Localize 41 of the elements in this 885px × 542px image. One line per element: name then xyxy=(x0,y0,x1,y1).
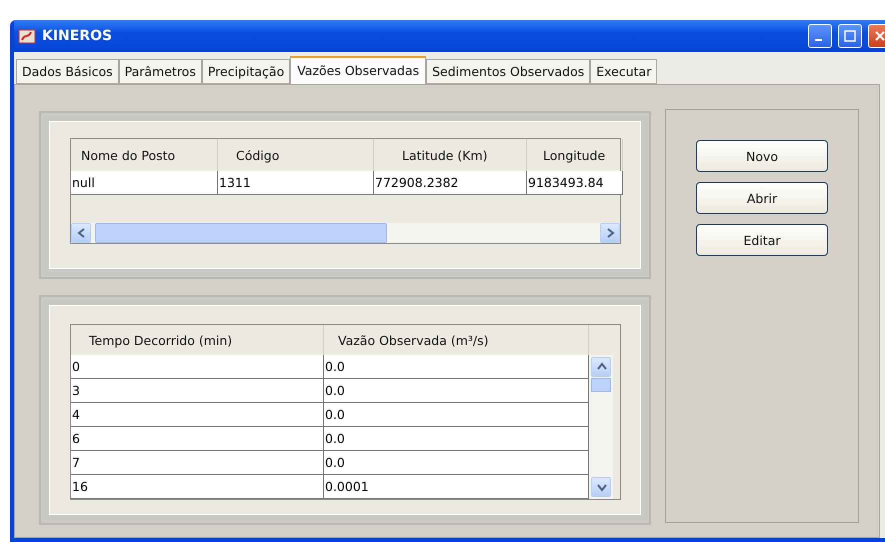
action-button[interactable]: Abrir xyxy=(696,182,828,214)
close-button[interactable] xyxy=(868,24,885,48)
table-cell: 772908.2382 xyxy=(374,171,527,195)
scroll-down-button[interactable] xyxy=(591,477,611,497)
scrollbar-thumb[interactable] xyxy=(591,378,611,392)
scroll-left-button[interactable] xyxy=(71,223,91,243)
tab[interactable]: Precipitação xyxy=(202,59,290,84)
vertical-scrollbar[interactable] xyxy=(589,355,613,499)
tab[interactable]: Vazões Observadas xyxy=(290,56,426,84)
action-button[interactable]: Editar xyxy=(696,224,828,256)
table-cell: null xyxy=(71,171,218,195)
action-button[interactable]: Novo xyxy=(696,140,828,172)
table-cell: 1311 xyxy=(218,171,374,195)
minimize-button[interactable] xyxy=(808,24,832,48)
scroll-up-button[interactable] xyxy=(591,357,611,377)
table-cell: 0.0 xyxy=(324,379,589,403)
table-cell: 0.0001 xyxy=(324,475,589,499)
table-cell: 0.0 xyxy=(324,451,589,475)
maximize-icon xyxy=(844,30,856,42)
table-cell: 0 xyxy=(71,355,324,379)
table-cell: 0.0 xyxy=(324,355,589,379)
scrollbar-thumb[interactable] xyxy=(95,223,387,243)
tab[interactable]: Executar xyxy=(590,59,658,84)
scroll-right-button[interactable] xyxy=(600,223,620,243)
close-icon xyxy=(874,30,885,42)
maximize-button[interactable] xyxy=(838,24,862,48)
table-cell: 0.0 xyxy=(324,427,589,451)
horizontal-scrollbar[interactable] xyxy=(71,223,620,243)
table-cell: 4 xyxy=(71,403,324,427)
tab[interactable]: Sedimentos Observados xyxy=(426,59,590,84)
table-cell: 6 xyxy=(71,427,324,451)
tab[interactable]: Parâmetros xyxy=(118,59,202,84)
app-icon xyxy=(18,27,36,45)
table-cell: 9183493.84 xyxy=(527,171,623,195)
minimize-icon xyxy=(815,39,822,41)
table-cell: 3 xyxy=(71,379,324,403)
table-cell: 0.0 xyxy=(324,403,589,427)
table-cell: 16 xyxy=(71,475,324,499)
table-cell: 7 xyxy=(71,451,324,475)
tab[interactable]: Dados Básicos xyxy=(16,59,119,84)
window-title: KINEROS xyxy=(42,28,114,44)
